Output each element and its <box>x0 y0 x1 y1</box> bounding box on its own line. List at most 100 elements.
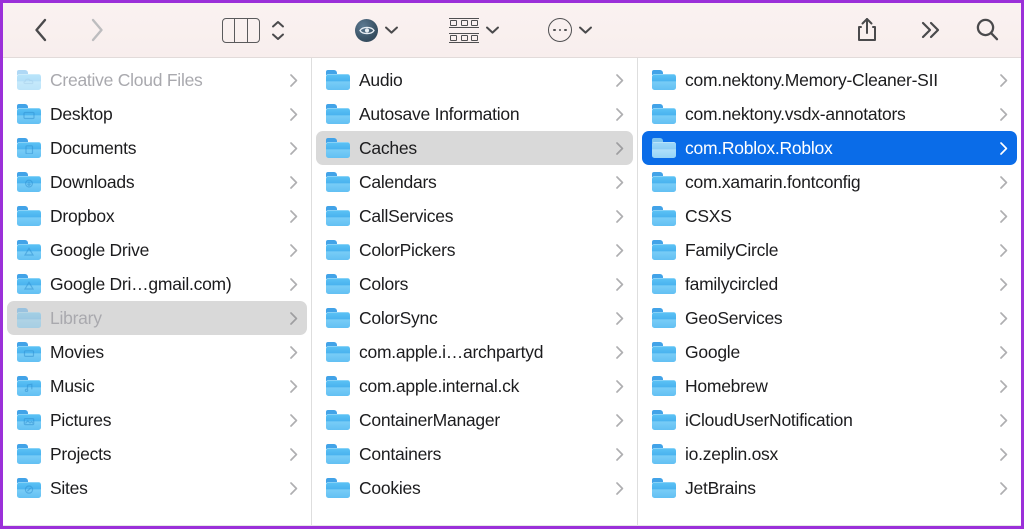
column-view-icon[interactable] <box>222 18 260 43</box>
disclosure-chevron-icon[interactable] <box>614 345 625 360</box>
list-item[interactable]: Calendars <box>316 165 633 199</box>
disclosure-chevron-icon[interactable] <box>288 379 299 394</box>
disclosure-chevron-icon[interactable] <box>614 311 625 326</box>
disclosure-chevron-icon[interactable] <box>288 413 299 428</box>
list-item[interactable]: GeoServices <box>642 301 1017 335</box>
disclosure-chevron-icon[interactable] <box>998 175 1009 190</box>
list-item[interactable]: Sites <box>7 471 307 505</box>
disclosure-chevron-icon[interactable] <box>998 277 1009 292</box>
more-toolbar-items-button[interactable] <box>911 10 951 50</box>
list-item[interactable]: com.apple.i…archpartyd <box>316 335 633 369</box>
list-item[interactable]: com.xamarin.fontconfig <box>642 165 1017 199</box>
list-item[interactable]: com.nektony.vsdx-annotators <box>642 97 1017 131</box>
list-item[interactable]: ContainerManager <box>316 403 633 437</box>
list-item[interactable]: Library <box>7 301 307 335</box>
disclosure-chevron-icon[interactable] <box>998 209 1009 224</box>
folder-icon <box>652 274 676 294</box>
list-item[interactable]: io.zeplin.osx <box>642 437 1017 471</box>
disclosure-chevron-icon[interactable] <box>614 209 625 224</box>
folder-icon <box>326 70 350 90</box>
disclosure-chevron-icon[interactable] <box>998 481 1009 496</box>
disclosure-chevron-icon[interactable] <box>288 73 299 88</box>
library-column[interactable]: AudioAutosave InformationCachesCalendars… <box>312 58 638 526</box>
list-item[interactable]: Creative Cloud Files <box>7 63 307 97</box>
list-item-label: Creative Cloud Files <box>50 70 279 91</box>
disclosure-chevron-icon[interactable] <box>614 73 625 88</box>
list-item[interactable]: Cookies <box>316 471 633 505</box>
list-item[interactable]: Projects <box>7 437 307 471</box>
disclosure-chevron-icon[interactable] <box>288 481 299 496</box>
list-item[interactable]: ColorSync <box>316 301 633 335</box>
list-item[interactable]: Dropbox <box>7 199 307 233</box>
actions-menu-button[interactable] <box>541 18 600 42</box>
folder-glyph-cloud <box>23 77 35 86</box>
list-item[interactable]: Documents <box>7 131 307 165</box>
disclosure-chevron-icon[interactable] <box>614 243 625 258</box>
list-item[interactable]: Homebrew <box>642 369 1017 403</box>
disclosure-chevron-icon[interactable] <box>998 73 1009 88</box>
list-item[interactable]: Google Dri…gmail.com) <box>7 267 307 301</box>
disclosure-chevron-icon[interactable] <box>998 345 1009 360</box>
forward-button[interactable] <box>77 10 117 50</box>
list-item[interactable]: Google Drive <box>7 233 307 267</box>
disclosure-chevron-icon[interactable] <box>288 277 299 292</box>
list-item[interactable]: Google <box>642 335 1017 369</box>
folder-glyph-download <box>23 179 35 188</box>
list-item[interactable]: com.nektony.Memory-Cleaner-SII <box>642 63 1017 97</box>
disclosure-chevron-icon[interactable] <box>998 311 1009 326</box>
disclosure-chevron-icon[interactable] <box>614 107 625 122</box>
list-item[interactable]: Autosave Information <box>316 97 633 131</box>
stepper-chevrons-icon[interactable] <box>270 17 286 43</box>
disclosure-chevron-icon[interactable] <box>998 413 1009 428</box>
caches-column[interactable]: com.nektony.Memory-Cleaner-SIIcom.nekton… <box>638 58 1021 526</box>
sidebar-column[interactable]: Creative Cloud Files DesktopDocumentsDown… <box>3 58 312 526</box>
disclosure-chevron-icon[interactable] <box>998 107 1009 122</box>
list-item[interactable]: com.apple.internal.ck <box>316 369 633 403</box>
list-item-label: Movies <box>50 342 279 363</box>
group-items-button[interactable] <box>348 19 406 42</box>
disclosure-chevron-icon[interactable] <box>614 141 625 156</box>
list-item[interactable]: FamilyCircle <box>642 233 1017 267</box>
disclosure-chevron-icon[interactable] <box>614 277 625 292</box>
disclosure-chevron-icon[interactable] <box>288 209 299 224</box>
disclosure-chevron-icon[interactable] <box>288 107 299 122</box>
disclosure-chevron-icon[interactable] <box>614 481 625 496</box>
list-item[interactable]: Pictures <box>7 403 307 437</box>
disclosure-chevron-icon[interactable] <box>998 447 1009 462</box>
disclosure-chevron-icon[interactable] <box>998 243 1009 258</box>
disclosure-chevron-icon[interactable] <box>288 345 299 360</box>
disclosure-chevron-icon[interactable] <box>288 243 299 258</box>
list-item[interactable]: Downloads <box>7 165 307 199</box>
disclosure-chevron-icon[interactable] <box>614 379 625 394</box>
disclosure-chevron-icon[interactable] <box>288 175 299 190</box>
back-button[interactable] <box>21 10 61 50</box>
list-item[interactable]: Desktop <box>7 97 307 131</box>
list-item[interactable]: iCloudUserNotification <box>642 403 1017 437</box>
view-mode-control[interactable] <box>222 17 286 43</box>
disclosure-chevron-icon[interactable] <box>614 447 625 462</box>
list-item[interactable]: CallServices <box>316 199 633 233</box>
list-item[interactable]: CSXS <box>642 199 1017 233</box>
list-item[interactable]: Movies <box>7 335 307 369</box>
list-item[interactable]: Containers <box>316 437 633 471</box>
disclosure-chevron-icon[interactable] <box>614 413 625 428</box>
disclosure-chevron-icon[interactable] <box>998 379 1009 394</box>
disclosure-chevron-icon[interactable] <box>288 141 299 156</box>
list-item[interactable]: Colors <box>316 267 633 301</box>
folder-glyph-film <box>23 349 35 358</box>
list-item[interactable]: com.Roblox.Roblox <box>642 131 1017 165</box>
list-item[interactable]: Music <box>7 369 307 403</box>
folder-icon <box>326 342 350 362</box>
disclosure-chevron-icon[interactable] <box>998 141 1009 156</box>
arrange-items-button[interactable] <box>442 18 507 43</box>
share-button[interactable] <box>847 10 887 50</box>
disclosure-chevron-icon[interactable] <box>614 175 625 190</box>
list-item[interactable]: JetBrains <box>642 471 1017 505</box>
list-item[interactable]: Caches <box>316 131 633 165</box>
disclosure-chevron-icon[interactable] <box>288 447 299 462</box>
list-item[interactable]: ColorPickers <box>316 233 633 267</box>
disclosure-chevron-icon[interactable] <box>288 311 299 326</box>
list-item[interactable]: Audio <box>316 63 633 97</box>
list-item[interactable]: familycircled <box>642 267 1017 301</box>
search-button[interactable] <box>967 10 1007 50</box>
